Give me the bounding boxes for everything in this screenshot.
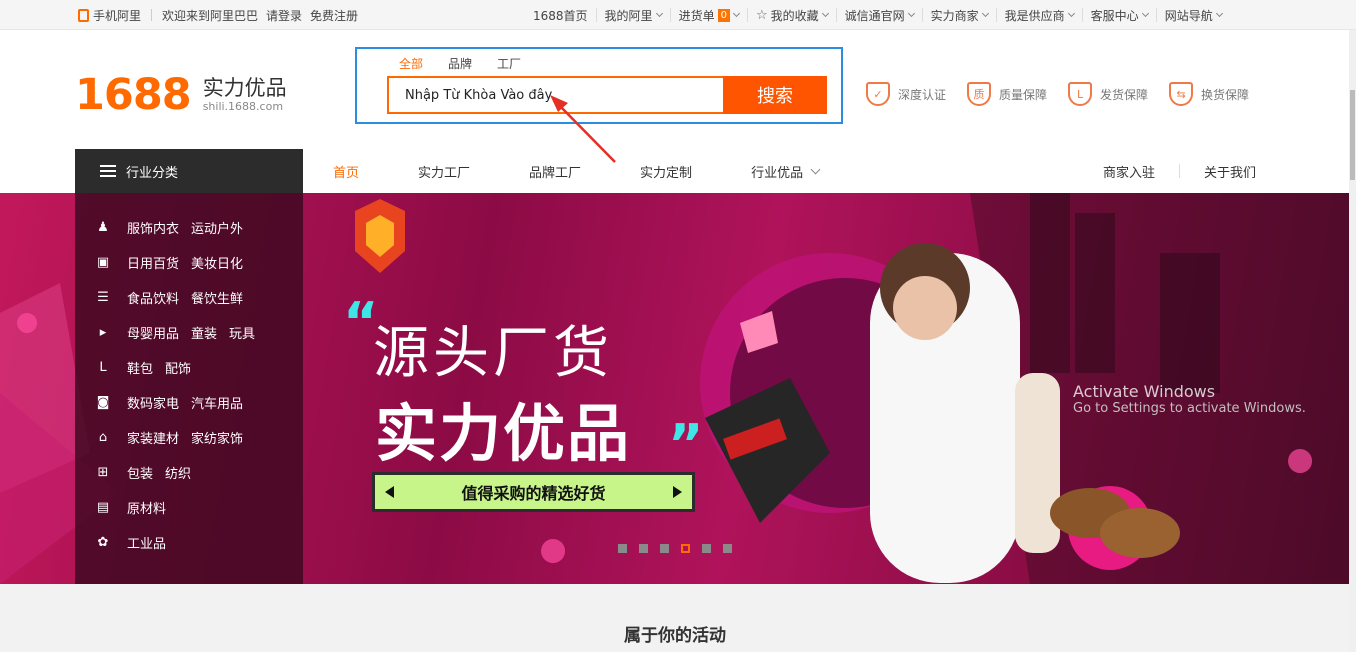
quote-mark-right: ” [668,413,704,476]
banner-headline: 源头厂货 [373,321,613,386]
guarantee-exchange[interactable]: ⇆ 换货保障 [1169,82,1249,106]
carousel-dot[interactable] [639,544,648,553]
nav-custom[interactable]: 实力定制 [640,162,692,181]
search-button[interactable]: 搜索 [723,76,827,114]
logo-title: 实力优品 [202,76,287,100]
arrow-left-icon[interactable] [385,486,394,498]
chevron-down-icon [732,9,740,18]
logo-domain: shili.1688.com [202,100,284,113]
carousel-dot-active[interactable] [681,544,690,553]
main-nav: 行业分类 首页 实力工厂 品牌工厂 实力定制 行业优品 商家入驻 关于我们 [0,149,1356,193]
bag-icon: ▣ [96,254,110,270]
category-row[interactable]: ▣ 日用百货 美妆日化 [95,252,243,272]
my-alibaba-menu[interactable]: 我的阿里 [595,8,670,23]
welcome-text: 欢迎来到阿里巴巴 [162,8,259,23]
home-icon: ⌂ [98,429,108,445]
play-icon: ▸ [99,324,107,340]
category-row[interactable]: ♟ 服饰内衣 运动户外 [95,217,243,237]
carousel-dot[interactable] [660,544,669,553]
carousel-dot[interactable] [618,544,627,553]
home-link[interactable]: 1688首页 [525,8,596,23]
nav-strong-factory[interactable]: 实力工厂 [418,162,470,181]
banner-cta-button[interactable]: 值得采购的精选好货 [372,472,695,512]
nav-industry-picks[interactable]: 行业优品 [751,162,821,181]
site-logo[interactable]: 1688 实力优品 shili.1688.com [75,72,287,118]
section-title: 属于你的活动 [624,626,726,646]
star-icon: ☆ [755,7,768,23]
mobile-link[interactable]: 手机阿里 [78,7,141,24]
category-row[interactable]: ⊞ 包装 纺织 [95,462,191,482]
scrollbar[interactable] [1349,30,1356,652]
strong-merchants-menu[interactable]: 实力商家 [921,8,996,23]
cart-count-badge: 0 [717,8,730,22]
chevron-down-icon [810,164,821,175]
camera-icon: ◙ [96,394,110,410]
nav-merchant-join[interactable]: 商家入驻 [1103,162,1155,181]
chevron-down-icon [821,9,829,18]
chevron-down-icon [907,9,915,18]
mobile-icon [78,8,89,22]
logo-number: 1688 [75,70,192,120]
chengxintong-menu[interactable]: 诚信通官网 [835,8,922,23]
customer-service-menu[interactable]: 客服中心 [1081,8,1156,23]
chevron-down-icon [655,9,663,18]
category-row[interactable]: ▤ 原材料 [95,497,166,517]
category-row[interactable]: ⌂ 家装建材 家纺家饰 [95,427,243,447]
menu-icon [100,165,116,177]
search-tabs: 全部 品牌 工厂 [399,55,546,72]
cart-menu[interactable]: 进货单 0 [669,8,747,23]
category-row[interactable]: ✿ 工业品 [95,532,166,552]
category-menu-button[interactable]: 行业分类 [75,149,303,193]
category-row[interactable]: ◙ 数码家电 汽车用品 [95,392,243,412]
windows-activation-watermark: Activate Windows Go to Settings to activ… [1073,382,1306,417]
quality-icon: 质 [967,82,992,106]
category-row[interactable]: ▸ 母婴用品 童装 玩具 [95,322,255,342]
arrow-right-icon[interactable] [672,486,682,498]
guarantee-certified[interactable]: ✓ 深度认证 [866,82,946,106]
nav-about[interactable]: 关于我们 [1204,162,1256,181]
activity-section: 属于你的活动 [0,584,1356,652]
gift-icon: ⊞ [97,464,109,480]
guarantee-shipping[interactable]: L 发货保障 [1068,82,1148,106]
divider [1179,164,1181,178]
carousel-dots [618,544,732,553]
login-link[interactable]: 请登录 [266,7,302,24]
category-row[interactable]: ☰ 食品饮料 餐饮生鲜 [95,287,243,307]
top-bar: 手机阿里 欢迎来到阿里巴巴 请登录 免费注册 1688首页 我的阿里 进货单 0 … [0,0,1356,30]
shield-icon: ✓ [866,82,890,106]
carousel-dot[interactable] [723,544,732,553]
material-icon: ▤ [96,499,110,515]
supplier-menu[interactable]: 我是供应商 [995,8,1082,23]
industry-icon: ✿ [97,534,109,550]
shirt-icon: ♟ [97,219,109,235]
category-row[interactable]: ᒪ 鞋包 配饰 [95,357,191,377]
shoe-icon: ᒪ [99,359,107,375]
banner-subheadline: 实力优品 [375,397,632,470]
guarantee-quality[interactable]: 质质量保障 [967,82,1047,106]
site-nav-menu[interactable]: 网站导航 [1155,8,1230,23]
carousel-dot[interactable] [702,544,711,553]
chevron-down-icon [1215,9,1223,18]
category-sidebar: ♟ 服饰内衣 运动户外 ▣ 日用百货 美妆日化 ☰ 食品饮料 餐饮生鲜 ▸ 母婴… [75,193,303,584]
divider [151,9,153,21]
exchange-icon: ⇆ [1169,82,1194,106]
search-tab-brand[interactable]: 品牌 [448,55,472,72]
favorites-menu[interactable]: ☆ 我的收藏 [746,7,836,23]
guarantees: ✓ 深度认证 质质量保障 L 发货保障 ⇆ 换货保障 [866,82,1270,106]
clock-icon: L [1068,82,1093,106]
register-link[interactable]: 免费注册 [310,7,358,24]
nav-brand-factory[interactable]: 品牌工厂 [529,162,581,181]
scrollbar-thumb[interactable] [1350,90,1355,180]
chevron-down-icon [981,9,989,18]
search-tab-factory[interactable]: 工厂 [497,55,521,72]
chevron-down-icon [1141,9,1149,18]
bowl-icon: ☰ [97,289,109,305]
search-tab-all[interactable]: 全部 [399,55,423,72]
nav-home[interactable]: 首页 [333,162,359,181]
chevron-down-icon [1067,9,1075,18]
